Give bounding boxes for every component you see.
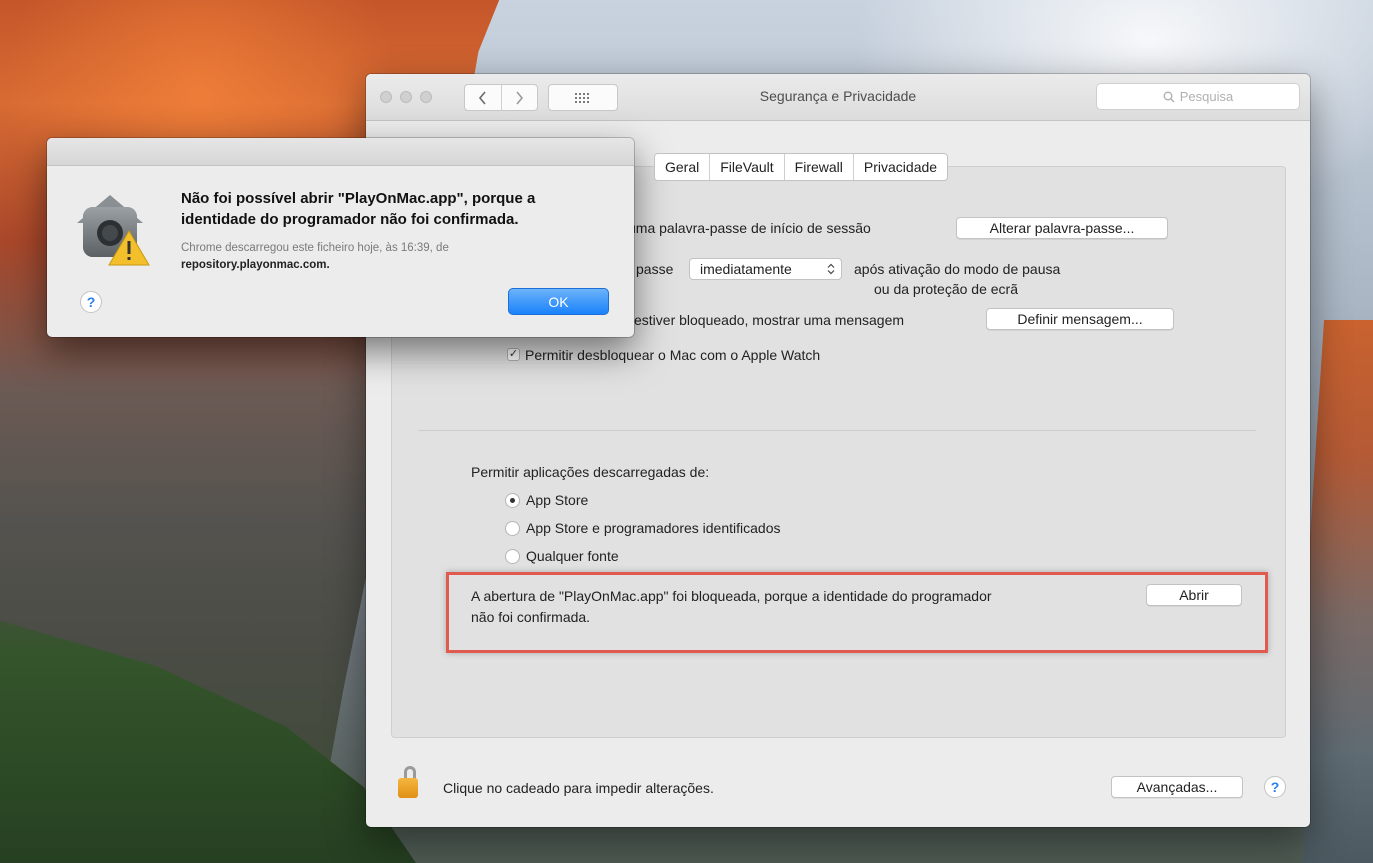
- tab-geral[interactable]: Geral: [655, 154, 710, 180]
- updown-arrows-icon: [827, 263, 835, 275]
- apple-watch-label: Permitir desbloquear o Mac com o Apple W…: [525, 347, 821, 363]
- after-screensaver-label: ou da proteção de ecrã: [874, 281, 1018, 297]
- radio-any-source[interactable]: [505, 549, 520, 564]
- radio-app-store[interactable]: [505, 493, 520, 508]
- advanced-button[interactable]: Avançadas...: [1111, 776, 1243, 798]
- search-icon: [1163, 91, 1175, 102]
- open-anyway-button[interactable]: Abrir: [1146, 584, 1242, 606]
- radio-identified-developers-label: App Store e programadores identificados: [526, 520, 781, 536]
- lock-icon[interactable]: [398, 766, 420, 800]
- radio-identified-developers[interactable]: [505, 521, 520, 536]
- apple-watch-checkbox[interactable]: ✓: [507, 348, 520, 361]
- tab-filevault[interactable]: FileVault: [709, 154, 783, 180]
- require-password-popup[interactable]: imediatamente: [689, 258, 842, 280]
- search-placeholder: Pesquisa: [1179, 89, 1234, 104]
- help-button[interactable]: ?: [1264, 776, 1286, 798]
- after-sleep-label: após ativação do modo de pausa: [854, 261, 1061, 277]
- window-titlebar: Segurança e Privacidade Pesquisa: [366, 74, 1310, 121]
- tab-privacidade[interactable]: Privacidade: [852, 154, 947, 180]
- alert-download-info: Chrome descarregou este ficheiro hoje, à…: [181, 242, 449, 254]
- gatekeeper-warning-icon: [77, 195, 150, 266]
- change-password-button[interactable]: Alterar palavra-passe...: [956, 217, 1168, 239]
- show-message-label: estiver bloqueado, mostrar uma mensagem: [634, 312, 905, 328]
- wallpaper-cliff-right: [1303, 320, 1373, 863]
- set-message-button[interactable]: Definir mensagem...: [986, 308, 1174, 330]
- require-password-value: imediatamente: [700, 261, 792, 277]
- require-password-label: passe: [636, 261, 674, 277]
- allow-apps-label: Permitir aplicações descarregadas de:: [471, 464, 710, 480]
- lock-hint-text: Clique no cadeado para impedir alteraçõe…: [443, 780, 714, 796]
- radio-any-source-label: Qualquer fonte: [526, 548, 619, 564]
- login-password-label: uma palavra-passe de início de sessão: [628, 220, 871, 236]
- unidentified-developer-alert: Não foi possível abrir "PlayOnMac.app", …: [47, 138, 634, 337]
- alert-help-button[interactable]: ?: [80, 291, 102, 313]
- section-divider: [418, 430, 1256, 431]
- blocked-message-line2: não foi confirmada.: [471, 609, 591, 625]
- blocked-message-line1: A abertura de "PlayOnMac.app" foi bloque…: [471, 588, 992, 604]
- lock-body: [398, 778, 418, 798]
- search-field[interactable]: Pesquisa: [1096, 83, 1300, 110]
- tab-firewall[interactable]: Firewall: [783, 154, 853, 180]
- radio-app-store-label: App Store: [526, 492, 589, 508]
- alert-download-source: repository.playonmac.com.: [181, 259, 330, 271]
- alert-title: Não foi possível abrir "PlayOnMac.app", …: [181, 190, 536, 228]
- tab-bar: Geral FileVault Firewall Privacidade: [654, 153, 949, 181]
- ok-button[interactable]: OK: [508, 288, 609, 315]
- alert-titlebar: [47, 138, 634, 166]
